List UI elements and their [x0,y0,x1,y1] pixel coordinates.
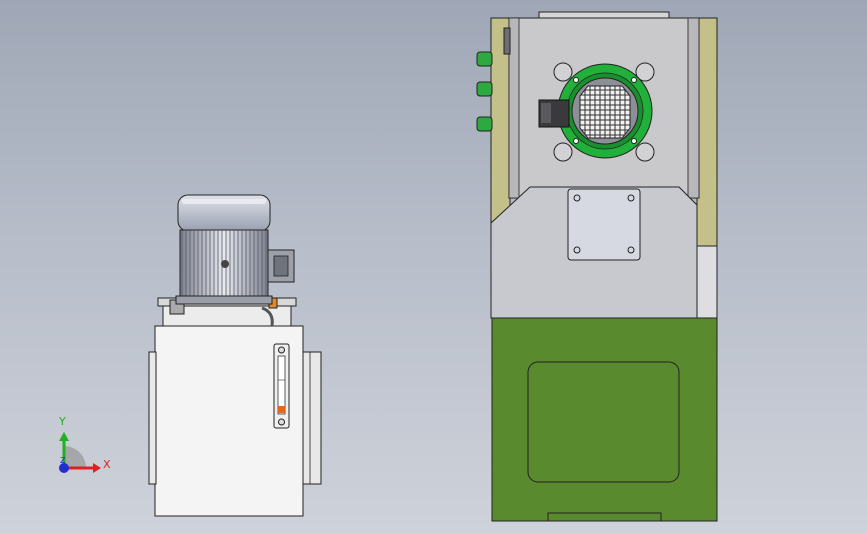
z-axis-label: Z [60,456,66,465]
access-plate[interactable] [567,188,641,261]
coordinate-triad: X Y Z [58,415,111,473]
green-button[interactable] [476,116,493,132]
x-axis-label: X [103,458,111,471]
hydraulic-power-unit[interactable] [148,194,322,517]
tank-side-cover-right [302,351,322,485]
green-button[interactable] [476,81,493,97]
oil-level-gauge [273,343,290,429]
cad-viewport[interactable]: X Y Z [0,0,867,533]
tank-side-cover-left [148,351,157,485]
bolt-hole [635,142,655,162]
base-inspection-window[interactable] [527,361,680,483]
green-button[interactable] [476,51,493,67]
electric-motor[interactable] [175,194,295,305]
right-side-plate [696,17,718,247]
bolt-hole [553,142,573,162]
green-flange[interactable] [557,63,653,159]
bolt-hole [553,62,573,82]
machine-assembly[interactable] [476,11,718,522]
cad-scene: X Y Z [58,11,718,522]
y-axis-label: Y [58,415,66,428]
